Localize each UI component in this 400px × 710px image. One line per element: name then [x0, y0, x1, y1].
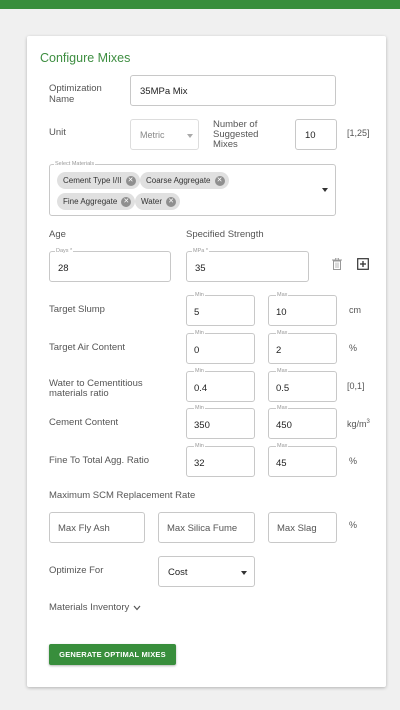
material-chip[interactable]: Water ✕ [135, 193, 181, 210]
wc-ratio-max-value: 0.5 [276, 383, 290, 394]
add-box-icon[interactable] [357, 258, 369, 270]
materials-select-label: Select Materials [54, 161, 96, 167]
fine-ratio-max-input[interactable]: Max 45 [268, 443, 337, 477]
min-label: Min [194, 292, 205, 298]
card-title: Configure Mixes [40, 51, 131, 65]
fine-ratio-min-value: 32 [194, 458, 205, 469]
min-label: Min [194, 443, 205, 449]
unit-select-value: Metric [140, 130, 165, 140]
target-air-max-input[interactable]: Max 2 [268, 330, 337, 364]
num-suggested-range: [1,25] [347, 128, 370, 138]
fine-ratio-min-input[interactable]: Min 32 [186, 443, 255, 477]
cement-content-label: Cement Content [49, 417, 119, 428]
target-air-unit: % [349, 343, 358, 353]
materials-inventory-toggle[interactable]: Materials Inventory [49, 602, 141, 613]
chevron-down-icon [133, 605, 141, 610]
min-label: Min [194, 405, 205, 411]
max-label: Max [276, 368, 289, 374]
cancel-icon[interactable]: ✕ [214, 175, 225, 186]
fine-ratio-unit: % [349, 456, 358, 466]
material-chip[interactable]: Coarse Aggregate ✕ [140, 172, 229, 189]
optimize-for-value: Cost [168, 567, 188, 578]
target-slump-min-input[interactable]: Min 5 [186, 292, 255, 326]
target-slump-max-value: 10 [276, 307, 287, 318]
max-label: Max [276, 330, 289, 336]
min-label: Min [194, 368, 205, 374]
wc-ratio-min-value: 0.4 [194, 383, 208, 394]
cement-content-unit: kg/m3 [347, 419, 370, 429]
num-suggested-value: 10 [305, 130, 316, 141]
cement-content-unit-sup: 3 [366, 419, 370, 425]
cancel-icon[interactable]: ✕ [166, 196, 177, 207]
wc-ratio-label: Water to Cementitious materials ratio [49, 378, 143, 399]
configure-mixes-card: Configure Mixes Optimization Name 35MPa … [27, 36, 386, 687]
caret-down-icon [241, 571, 247, 575]
max-slag-placeholder: Max Slag [277, 523, 317, 534]
material-chip-label: Fine Aggregate [63, 197, 118, 206]
scm-heading: Maximum SCM Replacement Rate [49, 490, 196, 501]
num-suggested-label: Number of Suggested Mixes [213, 119, 259, 150]
target-slump-label: Target Slump [49, 304, 105, 315]
target-air-min-input[interactable]: Min 0 [186, 330, 255, 364]
cement-content-unit-text: kg/m [347, 419, 367, 429]
max-label: Max [276, 405, 289, 411]
cement-content-max-value: 450 [276, 420, 292, 431]
cement-content-max-input[interactable]: Max 450 [268, 405, 337, 439]
material-chip[interactable]: Cement Type I/II ✕ [57, 172, 140, 189]
num-suggested-input[interactable]: 10 [295, 119, 337, 150]
cement-content-min-input[interactable]: Min 350 [186, 405, 255, 439]
material-chip-label: Coarse Aggregate [146, 176, 211, 185]
wc-ratio-max-input[interactable]: Max 0.5 [268, 368, 337, 402]
fine-ratio-max-value: 45 [276, 458, 287, 469]
scm-unit: % [349, 520, 358, 530]
strength-mpa-label: MPa * [192, 248, 209, 254]
fine-ratio-label: Fine To Total Agg. Ratio [49, 455, 149, 466]
wc-ratio-range: [0,1] [347, 381, 365, 391]
max-label: Max [276, 292, 289, 298]
cement-content-min-value: 350 [194, 420, 210, 431]
min-label: Min [194, 330, 205, 336]
cancel-icon[interactable]: ✕ [125, 175, 136, 186]
cancel-icon[interactable]: ✕ [121, 196, 132, 207]
max-fly-ash-input[interactable]: Max Fly Ash [49, 512, 145, 543]
strength-heading: Specified Strength [186, 229, 264, 240]
material-chip-label: Cement Type I/II [63, 176, 122, 185]
strength-mpa-input[interactable]: MPa * 35 [186, 248, 309, 282]
material-chip-label: Water [141, 197, 163, 206]
optimize-for-label: Optimize For [49, 565, 104, 576]
trash-icon[interactable] [332, 258, 342, 270]
age-days-label: Days * [55, 248, 74, 254]
optimization-name-label: Optimization Name [49, 83, 102, 105]
max-fly-ash-placeholder: Max Fly Ash [58, 523, 110, 534]
target-air-label: Target Air Content [49, 342, 126, 353]
target-slump-unit: cm [349, 305, 361, 315]
material-chip[interactable]: Fine Aggregate ✕ [57, 193, 136, 210]
unit-label: Unit [49, 127, 66, 138]
optimization-name-value: 35MPa Mix [140, 86, 188, 97]
app-header-bar [0, 0, 400, 9]
caret-down-icon [187, 134, 193, 138]
materials-inventory-label: Materials Inventory [49, 602, 130, 613]
max-label: Max [276, 443, 289, 449]
target-air-max-value: 2 [276, 345, 282, 356]
max-silica-fume-placeholder: Max Silica Fume [167, 523, 238, 534]
age-days-input[interactable]: Days * 28 [49, 248, 171, 282]
max-silica-fume-input[interactable]: Max Silica Fume [158, 512, 255, 543]
target-air-min-value: 0 [194, 345, 200, 356]
age-heading: Age [49, 229, 66, 240]
caret-down-icon[interactable] [322, 188, 328, 192]
max-slag-input[interactable]: Max Slag [268, 512, 337, 543]
wc-ratio-min-input[interactable]: Min 0.4 [186, 368, 255, 402]
age-days-value: 28 [58, 263, 69, 274]
unit-select[interactable]: Metric [130, 119, 199, 150]
optimization-name-input[interactable]: 35MPa Mix [130, 75, 336, 106]
optimize-for-select[interactable]: Cost [158, 556, 255, 587]
materials-select[interactable]: Select Materials Cement Type I/II ✕ Coar… [49, 161, 336, 216]
generate-optimal-mixes-button[interactable]: GENERATE OPTIMAL MIXES [49, 644, 176, 665]
target-slump-min-value: 5 [194, 307, 200, 318]
target-slump-max-input[interactable]: Max 10 [268, 292, 337, 326]
strength-mpa-value: 35 [195, 263, 206, 274]
